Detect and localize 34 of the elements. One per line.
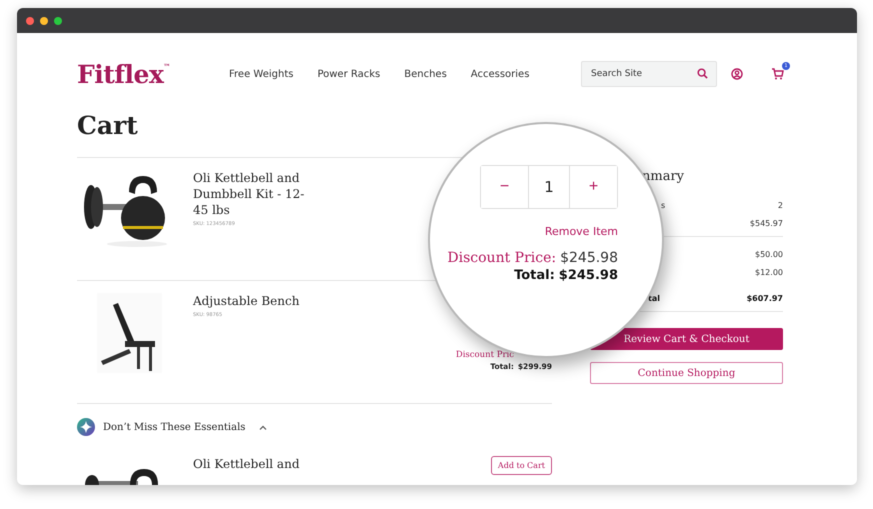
discount-label: Discount Price: — [447, 250, 556, 266]
caret-icon[interactable] — [259, 424, 268, 430]
summary-value: 2 — [778, 200, 783, 210]
search-field[interactable]: Search Site — [581, 61, 717, 87]
nav-link[interactable]: Accessories — [470, 68, 530, 80]
summary-label: s — [660, 200, 666, 210]
add-to-cart-button[interactable]: Add to Cart — [490, 456, 552, 475]
remove-item-link[interactable]: Remove Item — [544, 225, 618, 238]
checkout-button[interactable]: Review Cart & Checkout — [590, 328, 783, 350]
logo[interactable]: Fitflex$^{™}$ — [77, 60, 217, 88]
nav-link[interactable]: Power Racks — [317, 68, 380, 80]
summary-label: tal — [647, 294, 660, 302]
summary-value: $607.97 — [746, 294, 783, 302]
cart-icon[interactable] — [771, 68, 784, 80]
total-label: Total: — [514, 268, 555, 283]
nav-link[interactable]: Benches — [404, 68, 447, 80]
summary-value: $12.00 — [755, 268, 783, 276]
section-title: Don’t Miss These Essentials — [103, 422, 246, 432]
product-name[interactable]: Oli Kettlebell and Dumbbell Kit - 12-45 lbs — [193, 170, 318, 218]
nav-link[interactable]: Free Weights — [229, 68, 294, 80]
continue-shopping-button[interactable]: Continue Shopping — [590, 362, 783, 384]
quantity-stepper[interactable]: − 1 + — [480, 165, 618, 209]
summary-value: $545.97 — [750, 218, 783, 228]
discount-price: $245.98 — [560, 250, 618, 266]
total-price: $245.98 — [558, 268, 618, 283]
product-name[interactable]: Oli Kettlebell and — [193, 456, 318, 472]
window-controls-icon[interactable] — [25, 16, 63, 26]
discount-label: Discount Pric — [456, 350, 514, 360]
page-title: Cart — [77, 111, 139, 142]
account-icon[interactable] — [731, 68, 743, 80]
product-name[interactable]: Adjustable Bench — [193, 293, 318, 309]
summary-value: $50.00 — [755, 250, 783, 258]
search-icon[interactable] — [697, 68, 708, 79]
sparkle-icon — [77, 418, 95, 436]
